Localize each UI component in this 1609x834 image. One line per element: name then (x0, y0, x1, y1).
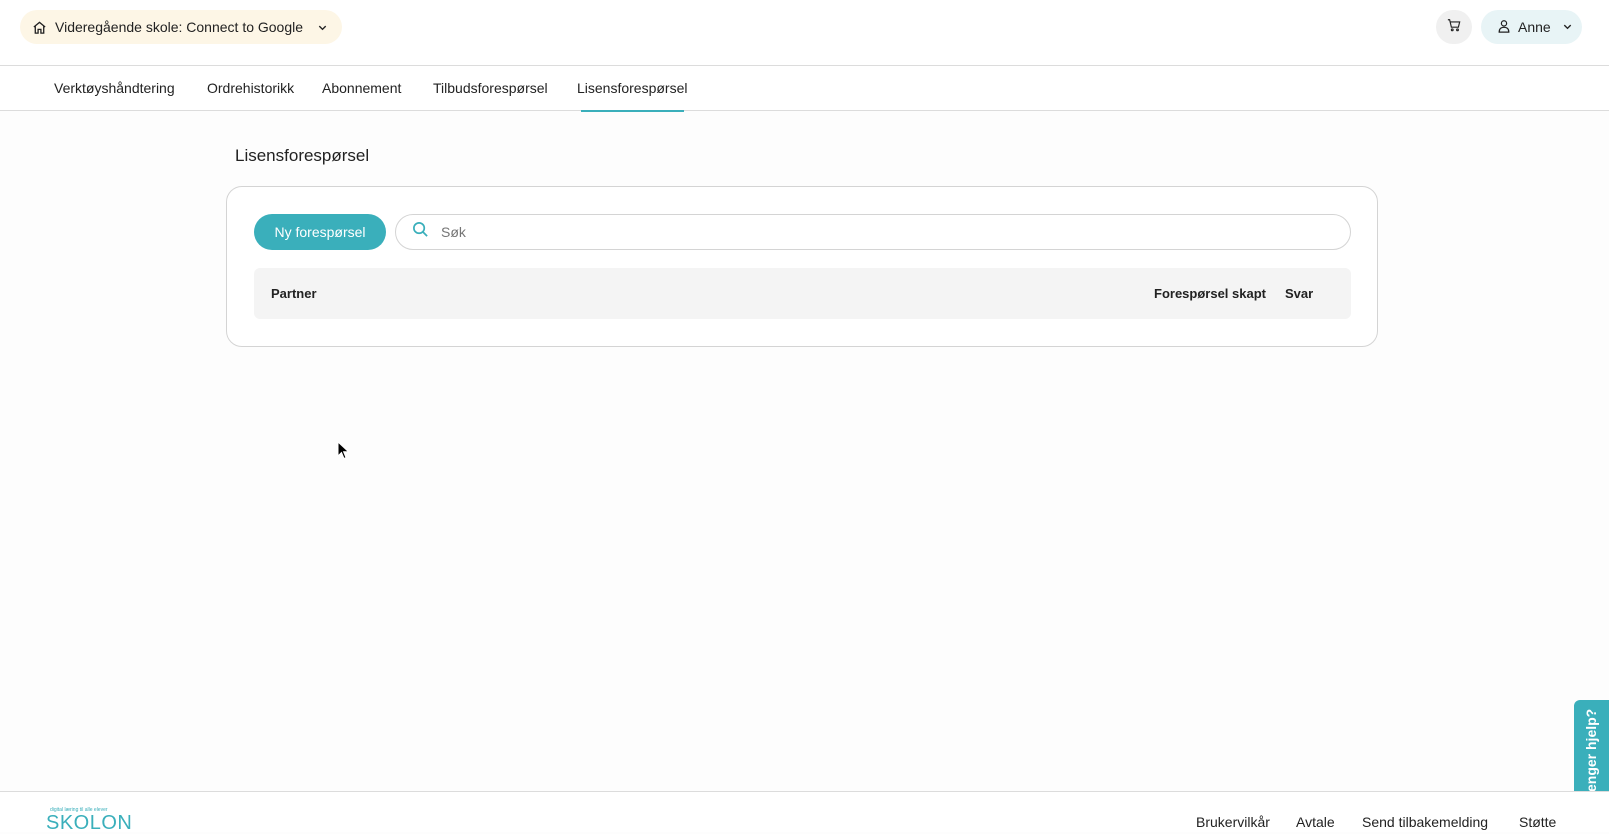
column-partner[interactable]: Partner (271, 268, 317, 319)
column-response[interactable]: Svar (1285, 268, 1313, 319)
license-request-card: Ny forespørsel Partner Forespørsel skapt… (226, 186, 1378, 347)
user-menu[interactable]: Anne (1481, 10, 1582, 44)
tab-abonnement[interactable]: Abonnement (322, 66, 401, 111)
cart-button[interactable] (1436, 10, 1472, 44)
footer-link-support[interactable]: Støtte (1519, 814, 1556, 830)
footer-link-terms[interactable]: Brukervilkår (1196, 814, 1270, 830)
table-header: Partner Forespørsel skapt Svar (254, 268, 1351, 319)
tab-ordrehistorikk[interactable]: Ordrehistorikk (207, 66, 294, 111)
skolon-logo[interactable]: digital læring til alle elever SKOLON (46, 807, 136, 834)
logo-text: SKOLON (46, 812, 133, 834)
user-name: Anne (1518, 19, 1551, 35)
tab-bar: Verktøyshåndtering Ordrehistorikk Abonne… (0, 66, 1609, 112)
search-icon (412, 221, 429, 243)
page-title: Lisensforespørsel (235, 146, 370, 165)
chevron-down-icon (317, 22, 328, 33)
mouse-cursor-icon (337, 440, 351, 461)
home-icon (32, 20, 47, 35)
search-input[interactable] (439, 223, 1319, 241)
new-request-button[interactable]: Ny forespørsel (254, 214, 386, 250)
cart-icon (1447, 18, 1461, 37)
user-icon (1497, 19, 1511, 36)
school-selector-label: Videregående skole: Connect to Google (55, 19, 304, 35)
tab-lisensforesporsel[interactable]: Lisensforespørsel (577, 66, 688, 112)
footer: digital læring til alle elever SKOLON Br… (0, 791, 1609, 834)
top-header: Videregående skole: Connect to Google An… (0, 0, 1609, 66)
school-selector[interactable]: Videregående skole: Connect to Google (20, 10, 343, 44)
column-request-created[interactable]: Forespørsel skapt (1154, 268, 1266, 319)
search-box[interactable] (395, 214, 1351, 250)
chevron-down-icon (1562, 19, 1573, 35)
tab-verktoyshandtering[interactable]: Verktøyshåndtering (54, 66, 175, 111)
footer-link-feedback[interactable]: Send tilbakemelding (1362, 814, 1488, 830)
footer-link-agreement[interactable]: Avtale (1296, 814, 1335, 830)
tab-tilbudsforesporsel[interactable]: Tilbudsforespørsel (433, 66, 548, 111)
